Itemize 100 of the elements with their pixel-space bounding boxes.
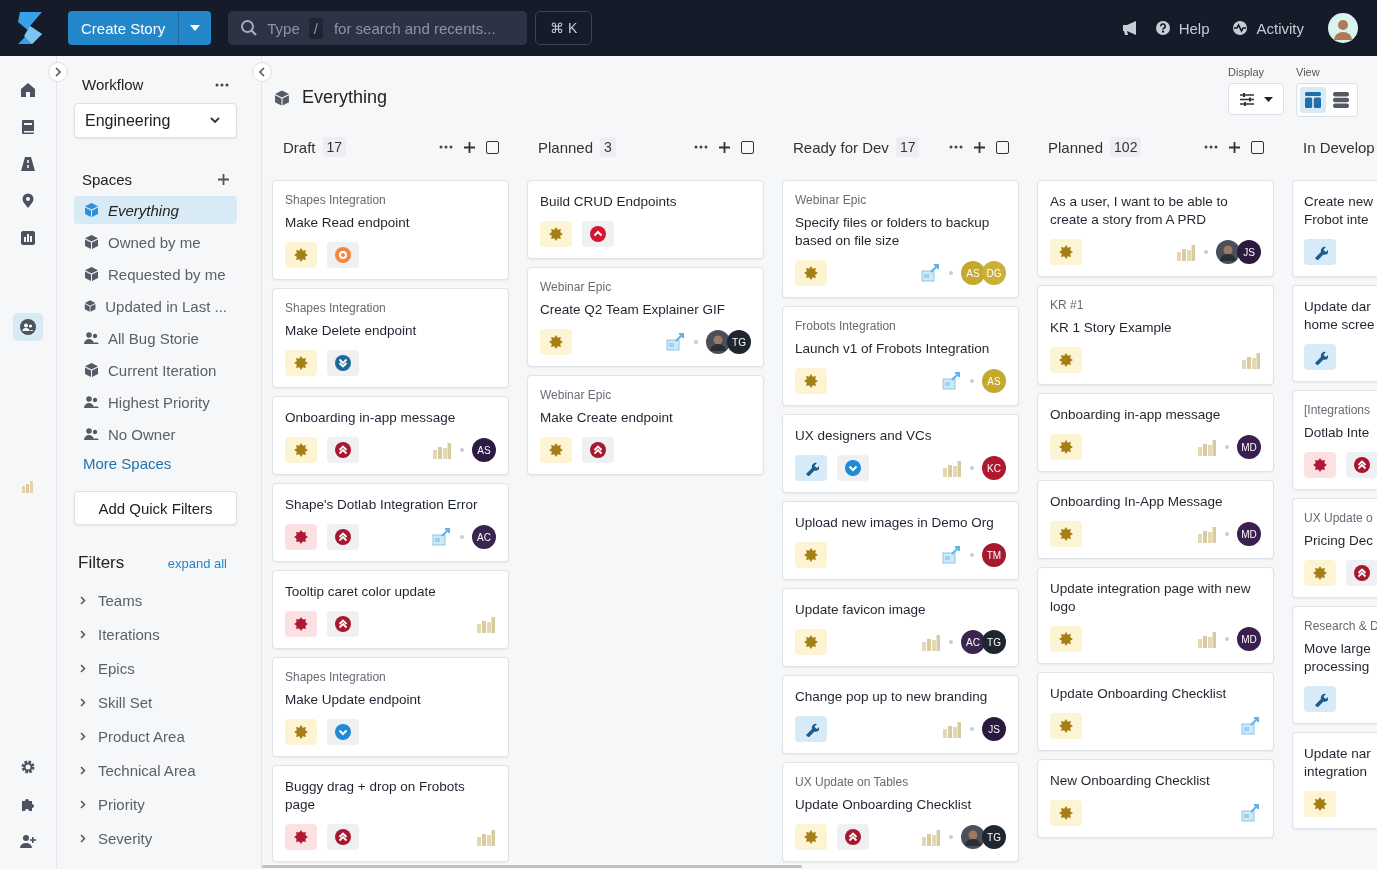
space-item[interactable]: Updated in Last ...	[74, 292, 237, 320]
filter-item[interactable]: Iterations	[74, 617, 237, 651]
add-icon[interactable]	[974, 141, 985, 153]
bar-chart-icon	[476, 615, 496, 633]
select-checkbox[interactable]	[996, 140, 1009, 154]
story-card[interactable]: Update favicon image AC TG	[782, 588, 1019, 667]
story-card[interactable]: Webinar Epic Specify files or folders to backup based on file size AS DG	[782, 180, 1019, 298]
story-card[interactable]: Shapes Integration Make Update endpoint	[272, 657, 509, 757]
help-icon	[1155, 21, 1170, 35]
space-item[interactable]: Requested by me	[74, 260, 237, 288]
board-view-button[interactable]	[1300, 87, 1326, 113]
story-card[interactable]: Update Onboarding Checklist	[1037, 672, 1274, 751]
collapse-toggle[interactable]	[252, 62, 272, 82]
space-item[interactable]: Current Iteration	[74, 356, 237, 384]
filter-item[interactable]: Product Area	[74, 719, 237, 753]
space-item[interactable]: All Bug Storie	[74, 324, 237, 352]
story-card[interactable]: UX designers and VCs KC	[782, 414, 1019, 493]
create-story-button[interactable]: Create Story	[68, 11, 180, 45]
scrollbar[interactable]	[262, 865, 802, 868]
filter-item[interactable]: Teams	[74, 583, 237, 617]
space-item[interactable]: Owned by me	[74, 228, 237, 256]
bar-chart-icon	[1197, 525, 1217, 543]
avatar: AS	[982, 369, 1006, 393]
bar-chart-icon	[921, 633, 941, 651]
more-icon[interactable]	[439, 145, 453, 149]
expand-toggle[interactable]	[48, 62, 68, 82]
filter-item[interactable]: Skill Set	[74, 685, 237, 719]
double-chevron-down-icon	[327, 350, 359, 376]
story-card[interactable]: Shapes Integration Make Read endpoint	[272, 180, 509, 280]
column-title: In Develop	[1303, 138, 1375, 156]
cube-icon	[84, 235, 99, 249]
search-field[interactable]: for search and recents...	[331, 18, 516, 38]
story-card[interactable]: KR #1 KR 1 Story Example	[1037, 285, 1274, 385]
add-icon[interactable]	[1229, 141, 1240, 153]
bug-icon	[285, 824, 317, 850]
select-checkbox[interactable]	[486, 140, 499, 154]
story-title: Create new Frobot inte	[1304, 193, 1375, 229]
more-icon[interactable]	[949, 145, 963, 149]
story-card[interactable]: UX Update on Tables Update Onboarding Checklist TG	[782, 762, 1019, 862]
help-link[interactable]: Help	[1155, 19, 1210, 37]
more-icon[interactable]	[694, 145, 708, 149]
add-icon[interactable]	[719, 141, 730, 153]
story-card[interactable]: Update nar integration	[1292, 732, 1377, 829]
story-card[interactable]: Buggy drag + drop on Frobots page	[272, 765, 509, 862]
more-icon[interactable]	[1204, 145, 1218, 149]
filter-item[interactable]: Technical Area	[74, 753, 237, 787]
display-options-button[interactable]	[1228, 83, 1284, 115]
filter-item[interactable]: Priority	[74, 787, 237, 821]
more-spaces-link[interactable]: More Spaces	[74, 452, 237, 472]
shortcut-button[interactable]: ⌘ K	[535, 11, 593, 45]
story-card[interactable]: Webinar Epic Make Create endpoint	[527, 375, 764, 475]
story-card[interactable]: Onboarding in-app message MD	[1037, 393, 1274, 472]
dropdown-button[interactable]	[179, 11, 212, 45]
story-title: Make Read endpoint	[285, 214, 411, 232]
story-card[interactable]: [Integrations Dotlab Inte	[1292, 390, 1377, 490]
search-bar[interactable]: Type / for search and recents...	[228, 11, 528, 45]
filter-item[interactable]: Severity	[74, 821, 237, 855]
avatar	[961, 825, 985, 849]
story-card[interactable]: Build CRUD Endpoints	[527, 180, 764, 259]
space-item[interactable]: Everything	[74, 196, 237, 224]
workflow-select[interactable]: Engineering	[74, 103, 237, 138]
story-card[interactable]: Onboarding in-app message AS	[272, 396, 509, 475]
story-card[interactable]: Onboarding In-App Message MD	[1037, 480, 1274, 559]
story-card[interactable]: Create new Frobot inte	[1292, 180, 1377, 277]
add-icon[interactable]	[464, 141, 475, 153]
ring-icon	[327, 242, 359, 268]
avatar: TM	[982, 543, 1006, 567]
story-card[interactable]: Shape's Dotlab Integration Error AC	[272, 483, 509, 562]
epic-label: Webinar Epic	[795, 193, 868, 207]
story-card[interactable]: As a user, I want to be able to create a story from A PRD JS	[1037, 180, 1274, 277]
people-icon[interactable]	[13, 313, 43, 341]
story-card[interactable]: UX Update o Pricing Dec	[1292, 498, 1377, 598]
story-card[interactable]: Update integration page with new logo MD	[1037, 567, 1274, 664]
activity-link[interactable]: Activity	[1233, 19, 1304, 37]
story-card[interactable]: New Onboarding Checklist	[1037, 759, 1274, 838]
expand-all-link[interactable]: expand all	[167, 555, 227, 571]
add-icon[interactable]	[218, 174, 229, 185]
add-quick-filters-button[interactable]: Add Quick Filters	[74, 491, 237, 525]
epic-label: Frobots Integration	[795, 319, 897, 333]
epic-label: UX Update o	[1304, 511, 1374, 525]
space-item[interactable]: Highest Priority	[74, 388, 237, 416]
story-card[interactable]: Change pop up to new branding JS	[782, 675, 1019, 754]
user-avatar[interactable]	[1328, 13, 1358, 43]
story-card[interactable]: Upload new images in Demo Org TM	[782, 501, 1019, 580]
select-checkbox[interactable]	[741, 140, 754, 154]
story-card[interactable]: Shapes Integration Make Delete endpoint	[272, 288, 509, 388]
chevron-right-icon	[80, 595, 86, 605]
story-title: Pricing Dec	[1304, 532, 1375, 550]
story-card[interactable]: Tooltip caret color update	[272, 570, 509, 649]
filter-item[interactable]: Epics	[74, 651, 237, 685]
space-item[interactable]: No Owner	[74, 420, 237, 448]
chevron-down-icon	[327, 719, 359, 745]
story-card[interactable]: Update dar home scree	[1292, 285, 1377, 382]
select-checkbox[interactable]	[1251, 140, 1264, 154]
story-card[interactable]: Webinar Epic Create Q2 Team Explainer GIF TG	[527, 267, 764, 367]
search-icon	[240, 19, 259, 37]
cube-icon	[84, 267, 99, 281]
story-card[interactable]: Frobots Integration Launch v1 of Frobots Integration AS	[782, 306, 1019, 406]
wrench-icon	[795, 455, 827, 481]
more-icon[interactable]	[215, 82, 229, 87]
